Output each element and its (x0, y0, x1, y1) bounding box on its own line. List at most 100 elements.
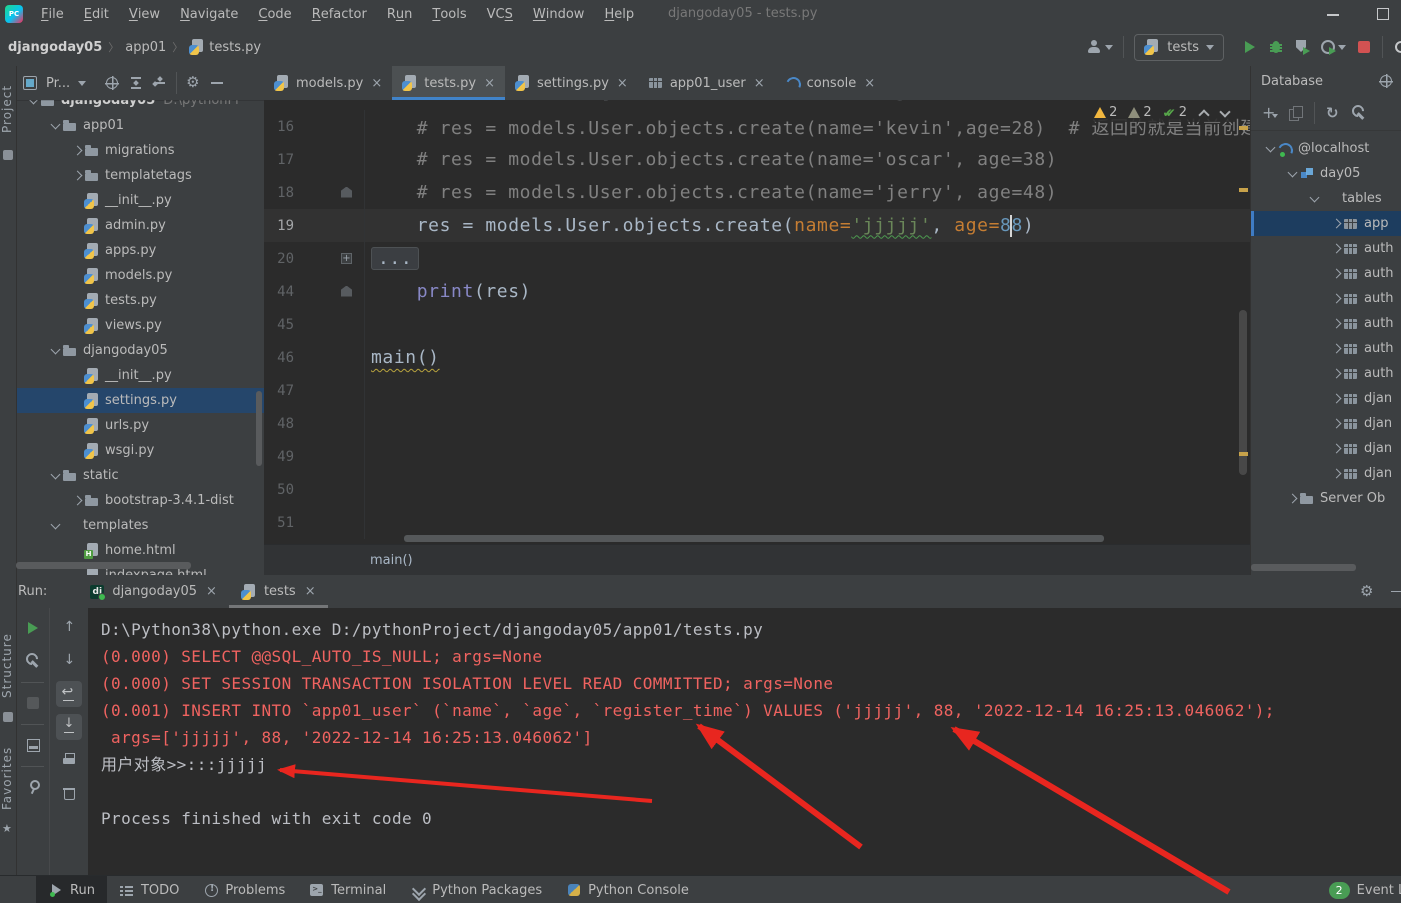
refresh-button[interactable] (1325, 104, 1341, 122)
pin-tab-button[interactable] (20, 774, 46, 800)
run-settings-button[interactable] (20, 648, 46, 674)
breadcrumb-app01[interactable]: app01 (125, 40, 166, 55)
passed-count[interactable]: ✔ 2 (1163, 105, 1187, 120)
code-line-18[interactable]: 18 # res = models.User.objects.create(na… (264, 176, 1250, 209)
db-item-auth[interactable]: auth (1251, 311, 1401, 336)
weak-warnings-count[interactable]: 2 (1128, 105, 1152, 120)
tree-item-djangoday05[interactable]: djangoday05 (16, 338, 264, 363)
expander-icon[interactable] (70, 494, 84, 508)
fold-region-icon[interactable] (341, 186, 352, 198)
db-item-djan[interactable]: djan (1251, 461, 1401, 486)
statusbar-todo[interactable]: TODO (107, 876, 191, 903)
close-tab-icon[interactable]: × (204, 584, 217, 599)
db-item-server-ob[interactable]: Server Ob (1251, 486, 1401, 511)
user-menu-button[interactable] (1086, 39, 1114, 55)
database-horizontal-scrollbar[interactable] (1251, 564, 1356, 571)
tree-item-admin-py[interactable]: admin.py (16, 213, 264, 238)
stripe-mark[interactable] (1239, 188, 1248, 192)
tab-models-py[interactable]: models.py × (264, 66, 392, 100)
prev-problem-button[interactable] (1198, 108, 1208, 118)
expander-icon[interactable] (1307, 192, 1321, 206)
expander-icon[interactable] (48, 119, 62, 133)
expander-icon[interactable] (1263, 142, 1277, 156)
prev-occurrence-button[interactable] (56, 615, 82, 641)
expander-icon[interactable] (1329, 367, 1343, 381)
tree-item-migrations[interactable]: migrations (16, 138, 264, 163)
db-item-tables[interactable]: tables (1251, 186, 1401, 211)
tab-settings-py[interactable]: settings.py × (505, 66, 638, 100)
tool-button-favorites[interactable]: Favorites (0, 738, 16, 818)
tab-tests-py[interactable]: tests.py × (392, 66, 505, 100)
menu-navigate[interactable]: Navigate (170, 0, 248, 28)
close-tab-icon[interactable]: × (369, 76, 382, 91)
error-stripe[interactable] (1237, 100, 1250, 545)
maximize-button[interactable] (1375, 6, 1391, 22)
expander-icon[interactable] (70, 169, 84, 183)
statusbar-run[interactable]: Run (36, 876, 107, 903)
minimize-button[interactable] (1325, 6, 1341, 22)
next-occurrence-button[interactable] (56, 648, 82, 674)
expander-icon[interactable] (48, 519, 62, 533)
tool-button-project[interactable]: Project (0, 74, 16, 144)
code-area[interactable]: # res = models.User.objects.create(name=… (264, 100, 1250, 545)
code-line-44[interactable]: 44 print(res) (264, 275, 1250, 308)
run-tab-djangoday05[interactable]: djangoday05 × (77, 575, 229, 608)
debug-button[interactable] (1268, 39, 1284, 55)
code-line-49[interactable]: 49 (264, 440, 1250, 473)
editor-vertical-scrollbar[interactable] (1239, 310, 1247, 475)
event-log-button[interactable]: 2 Event Lo (1328, 876, 1401, 903)
close-tab-icon[interactable]: × (303, 584, 316, 599)
code-line-19[interactable]: 19 res = models.User.objects.create(name… (264, 209, 1250, 242)
tool-button-structure[interactable]: Structure (0, 626, 16, 706)
tree-item-templatetags[interactable]: templatetags (16, 163, 264, 188)
tree-item-tests-py[interactable]: tests.py (16, 288, 264, 313)
tab-app01-user[interactable]: app01_user × (638, 66, 775, 100)
menu-run[interactable]: Run (377, 0, 423, 28)
run-tab-tests[interactable]: tests × (229, 575, 328, 608)
db-item-auth[interactable]: auth (1251, 361, 1401, 386)
expand-all-button[interactable] (128, 75, 144, 91)
search-everywhere-button[interactable] (1393, 39, 1401, 55)
tree-item-settings-py[interactable]: settings.py (16, 388, 264, 413)
db-item-localhost[interactable]: @localhost (1251, 136, 1401, 161)
expander-icon[interactable] (70, 144, 84, 158)
tree-item-models-py[interactable]: models.py (16, 263, 264, 288)
data-source-properties-button[interactable] (1351, 105, 1367, 121)
code-line-47[interactable]: 47 (264, 374, 1250, 407)
locate-file-button[interactable] (104, 75, 120, 91)
run-console[interactable]: D:\Python38\python.exe D:/pythonProject/… (88, 608, 1401, 875)
stripe-mark[interactable] (1239, 126, 1248, 130)
editor-breadcrumb[interactable]: main() (264, 544, 1250, 575)
menu-refactor[interactable]: Refactor (302, 0, 377, 28)
menu-view[interactable]: View (119, 0, 170, 28)
tree-item-templates[interactable]: templates (16, 513, 264, 538)
close-tab-icon[interactable]: × (862, 76, 875, 91)
tree-item-views-py[interactable]: views.py (16, 313, 264, 338)
expander-icon[interactable] (1329, 242, 1343, 256)
db-item-djan[interactable]: djan (1251, 436, 1401, 461)
statusbar-python-console[interactable]: Python Console (554, 876, 701, 903)
project-view-selector[interactable]: Pr... (46, 76, 70, 91)
expander-icon[interactable] (1329, 317, 1343, 331)
menu-edit[interactable]: Edit (74, 0, 119, 28)
unfold-icon[interactable]: + (341, 252, 352, 264)
expander-icon[interactable] (1329, 467, 1343, 481)
code-line-20[interactable]: 20 +... (264, 242, 1250, 275)
tree-item-init-py[interactable]: __init__.py (16, 363, 264, 388)
expander-icon[interactable] (1329, 292, 1343, 306)
tree-item-djangoday05[interactable]: djangoday05 D:\pythonPr (16, 100, 264, 113)
expander-icon[interactable] (1329, 392, 1343, 406)
db-item-auth[interactable]: auth (1251, 236, 1401, 261)
restore-layout-button[interactable] (20, 732, 46, 758)
project-vertical-scrollbar[interactable] (256, 391, 262, 466)
breadcrumb-tests-py[interactable]: tests.py (209, 40, 261, 55)
duplicate-button[interactable] (1288, 105, 1304, 121)
menu-tools[interactable]: Tools (422, 0, 476, 28)
add-data-source-button[interactable] (1259, 103, 1278, 122)
menu-code[interactable]: Code (248, 0, 301, 28)
breadcrumb-djangoday05[interactable]: djangoday05 (8, 40, 102, 55)
warnings-count[interactable]: 2 (1094, 105, 1117, 120)
editor-horizontal-scrollbar[interactable] (404, 535, 1104, 542)
clear-all-button[interactable] (56, 780, 82, 806)
expander-icon[interactable] (48, 344, 62, 358)
